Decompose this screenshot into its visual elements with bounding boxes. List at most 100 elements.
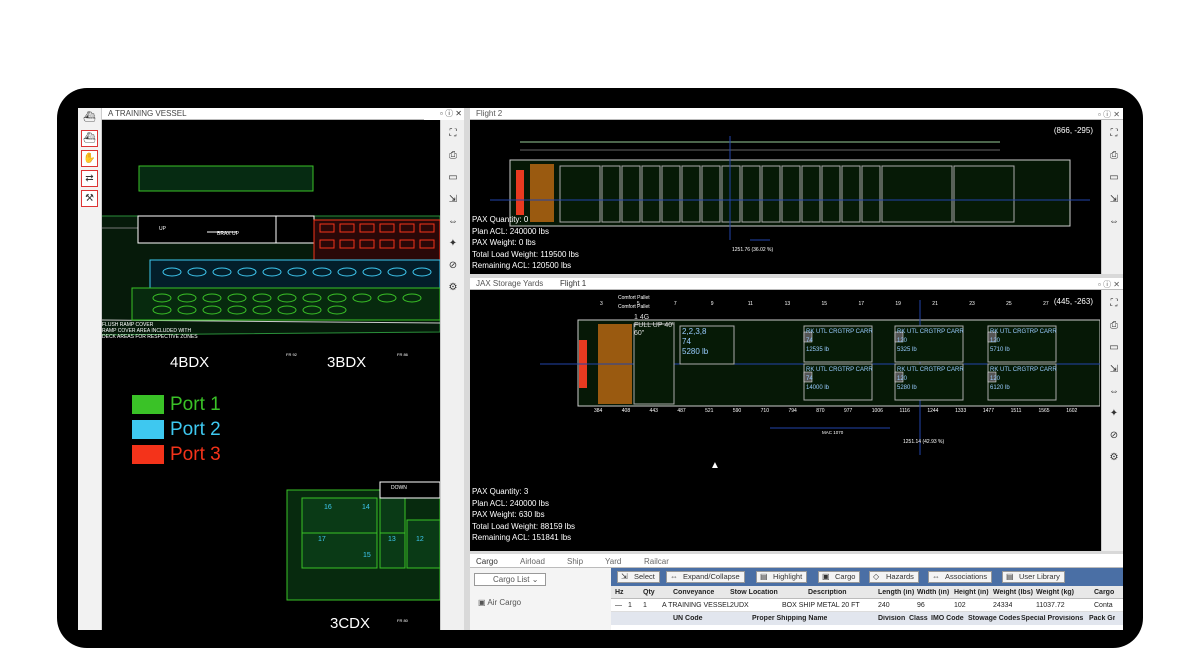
cargo-move-icon[interactable]: ⇲ — [1106, 362, 1122, 378]
pallet-7-title: RK UTL CRGTRP CARR — [990, 367, 1057, 373]
pallet-4[interactable]: RK UTL CRGTRP CARR 120 5710 lb — [990, 328, 1057, 355]
expand-icon: ⇔ — [670, 572, 678, 581]
tab-flight1[interactable]: Flight 1 — [560, 279, 586, 288]
link-icon[interactable]: ⇔ — [1106, 214, 1122, 230]
cargo-move-icon[interactable]: ⇲ — [445, 192, 461, 208]
user-library-button[interactable]: ▤ User Library — [1002, 571, 1065, 583]
bay-17: 17 — [318, 536, 326, 543]
pallet-2[interactable]: RK UTL CRGTRP CARR 74 12535 lb — [806, 328, 873, 355]
vessel-app-icon[interactable]: ⛴ — [81, 110, 98, 127]
col-division[interactable]: Division — [878, 615, 905, 622]
pallet-7[interactable]: RK UTL CRGTRP CARR 120 6120 lb — [990, 366, 1057, 393]
pallet-5[interactable]: RK UTL CRGTRP CARR 74 14000 lb — [806, 366, 873, 393]
print-icon[interactable]: ⎙ — [445, 148, 461, 164]
cargo-grid: Hz Rk Qty Conveyance Stow Location Descr… — [611, 586, 1123, 630]
flight1-window-controls[interactable]: ▫ ⓘ ✕ — [1098, 279, 1120, 290]
cargo-move-icon[interactable]: ⇲ — [1106, 192, 1122, 208]
col-weight-lbs[interactable]: Weight (lbs) — [993, 589, 1033, 596]
layout-icon[interactable]: ▭ — [1106, 170, 1122, 186]
table-row[interactable]: — 1 1 A TRAINING VESSEL 2UDX BOX SHIP ME… — [611, 599, 1123, 612]
vessel-deck-plan[interactable]: BRAX UP UP DOWN FR 92 FR 86 FR 80 FLUSH … — [102, 120, 440, 630]
station-number: 1006 — [871, 408, 883, 414]
tab-yard[interactable]: Yard — [605, 557, 621, 566]
flight1-panel: JAX Storage Yards Flight 1 ▫ ⓘ ✕ (445, -… — [470, 278, 1123, 551]
col-class[interactable]: Class — [909, 615, 928, 622]
col-height[interactable]: Height (in) — [954, 589, 989, 596]
settings-icon[interactable]: ⚙ — [445, 280, 461, 296]
flight1-total-load-weight: Total Load Weight: 88159 lbs — [472, 521, 576, 531]
tab-airload[interactable]: Airload — [520, 557, 545, 566]
pallet-6-id: 120 — [897, 376, 908, 382]
cargo-label: Cargo — [835, 572, 856, 581]
col-pack-group[interactable]: Pack Gr — [1089, 615, 1115, 622]
settings-icon[interactable]: ⚙ — [1106, 450, 1122, 466]
magic-wand-icon[interactable]: ✦ — [1106, 406, 1122, 422]
station-number: 590 — [732, 408, 742, 414]
print-icon[interactable]: ⎙ — [1106, 148, 1122, 164]
col-un-code[interactable]: UN Code — [673, 615, 703, 622]
col-imo-code[interactable]: IMO Code — [931, 615, 964, 622]
flight2-tab[interactable]: Flight 2 — [476, 109, 502, 118]
station-number: 27 — [1043, 301, 1049, 307]
fit-view-icon[interactable]: ⛶ — [1106, 296, 1122, 312]
pallet-6[interactable]: RK UTL CRGTRP CARR 120 5280 lb — [897, 366, 964, 393]
col-special-provisions[interactable]: Special Provisions — [1021, 615, 1083, 622]
cargo-list-dropdown[interactable]: Cargo List ⌄ — [474, 573, 546, 586]
tab-railcar[interactable]: Railcar — [644, 557, 669, 566]
station-number: 1244 — [927, 408, 939, 414]
layout-icon[interactable]: ▭ — [445, 170, 461, 186]
hazards-button[interactable]: ◇ Hazards — [869, 571, 919, 583]
link-icon[interactable]: ⇔ — [445, 214, 461, 230]
col-stowage-codes[interactable]: Stowage Codes — [968, 615, 1020, 622]
vessel-window-controls[interactable]: ▫ ⓘ ✕ — [424, 108, 464, 120]
cargo-list-label: Cargo List — [493, 575, 530, 584]
magic-wand-icon[interactable]: ✦ — [445, 236, 461, 252]
pallet-1[interactable]: 2,2,3,8 74 5280 lb — [682, 327, 708, 357]
air-cargo-item[interactable]: ▣ Air Cargo — [478, 598, 521, 607]
port-2-label: Port 2 — [170, 418, 221, 440]
flight1-cg-readout: 1251.14 (42.93 %) — [903, 439, 945, 445]
col-weight-kg[interactable]: Weight (kg) — [1036, 589, 1074, 596]
deck-note-up: UP — [159, 226, 166, 232]
expand-collapse-button[interactable]: ⇔ Expand/Collapse — [666, 571, 745, 583]
hide-icon[interactable]: ⊘ — [1106, 428, 1122, 444]
fit-view-icon[interactable]: ⛶ — [1106, 126, 1122, 142]
crane-icon[interactable]: ⚒ — [81, 190, 98, 207]
tab-cargo[interactable]: Cargo — [476, 557, 498, 566]
hand-icon[interactable]: ✋ — [81, 150, 98, 167]
col-cargo[interactable]: Cargo — [1094, 589, 1114, 596]
tab-ship[interactable]: Ship — [567, 557, 583, 566]
layout-icon[interactable]: ▭ — [1106, 340, 1122, 356]
link-icon[interactable]: ⇔ — [1106, 384, 1122, 400]
hide-icon[interactable]: ⊘ — [445, 258, 461, 274]
col-length[interactable]: Length (in) — [878, 589, 914, 596]
col-conveyance[interactable]: Conveyance — [673, 589, 714, 596]
tab-jax-storage-yards[interactable]: JAX Storage Yards — [476, 279, 543, 288]
link-icon: ⇔ — [932, 572, 940, 581]
col-rk[interactable]: Rk — [628, 589, 637, 596]
associations-button[interactable]: ⇔ Associations — [928, 571, 993, 583]
port-2-swatch — [132, 420, 164, 439]
highlight-button[interactable]: ▤ Highlight — [756, 571, 808, 583]
col-qty[interactable]: Qty — [643, 589, 655, 596]
flight2-window-controls[interactable]: ▫ ⓘ ✕ — [1098, 109, 1120, 120]
col-stow-location[interactable]: Stow Location — [730, 589, 778, 596]
fit-view-icon[interactable]: ⛶ — [445, 126, 461, 142]
flight1-load-stats: PAX Quantity: 3 Plan ACL: 240000 lbs PAX… — [472, 486, 575, 544]
pallet-3[interactable]: RK UTL CRGTRP CARR 120 5325 lb — [897, 328, 964, 355]
associations-label: Associations — [945, 572, 988, 581]
vessel-tab[interactable]: A TRAINING VESSEL — [102, 108, 440, 120]
col-width[interactable]: Width (in) — [917, 589, 949, 596]
select-button[interactable]: ⇲ Select — [617, 571, 660, 583]
swap-icon[interactable]: ⇄ — [81, 170, 98, 187]
col-proper-shipping-name[interactable]: Proper Shipping Name — [752, 615, 827, 622]
flight2-panel: Flight 2 ▫ ⓘ ✕ (866, -295) PAX Quantity:… — [470, 108, 1123, 274]
zone-label-3cdx: 3CDX — [330, 615, 371, 630]
pallet-2-title: RK UTL CRGTRP CARR — [806, 329, 873, 335]
col-description[interactable]: Description — [808, 589, 847, 596]
col-hz[interactable]: Hz — [615, 589, 624, 596]
cargo-button[interactable]: ▣ Cargo — [818, 571, 861, 583]
ship-view-icon[interactable]: ⛴ — [81, 130, 98, 147]
print-icon[interactable]: ⎙ — [1106, 318, 1122, 334]
pallet-position-1[interactable]: 1 4G FULL UP 40" 60" — [634, 314, 675, 338]
